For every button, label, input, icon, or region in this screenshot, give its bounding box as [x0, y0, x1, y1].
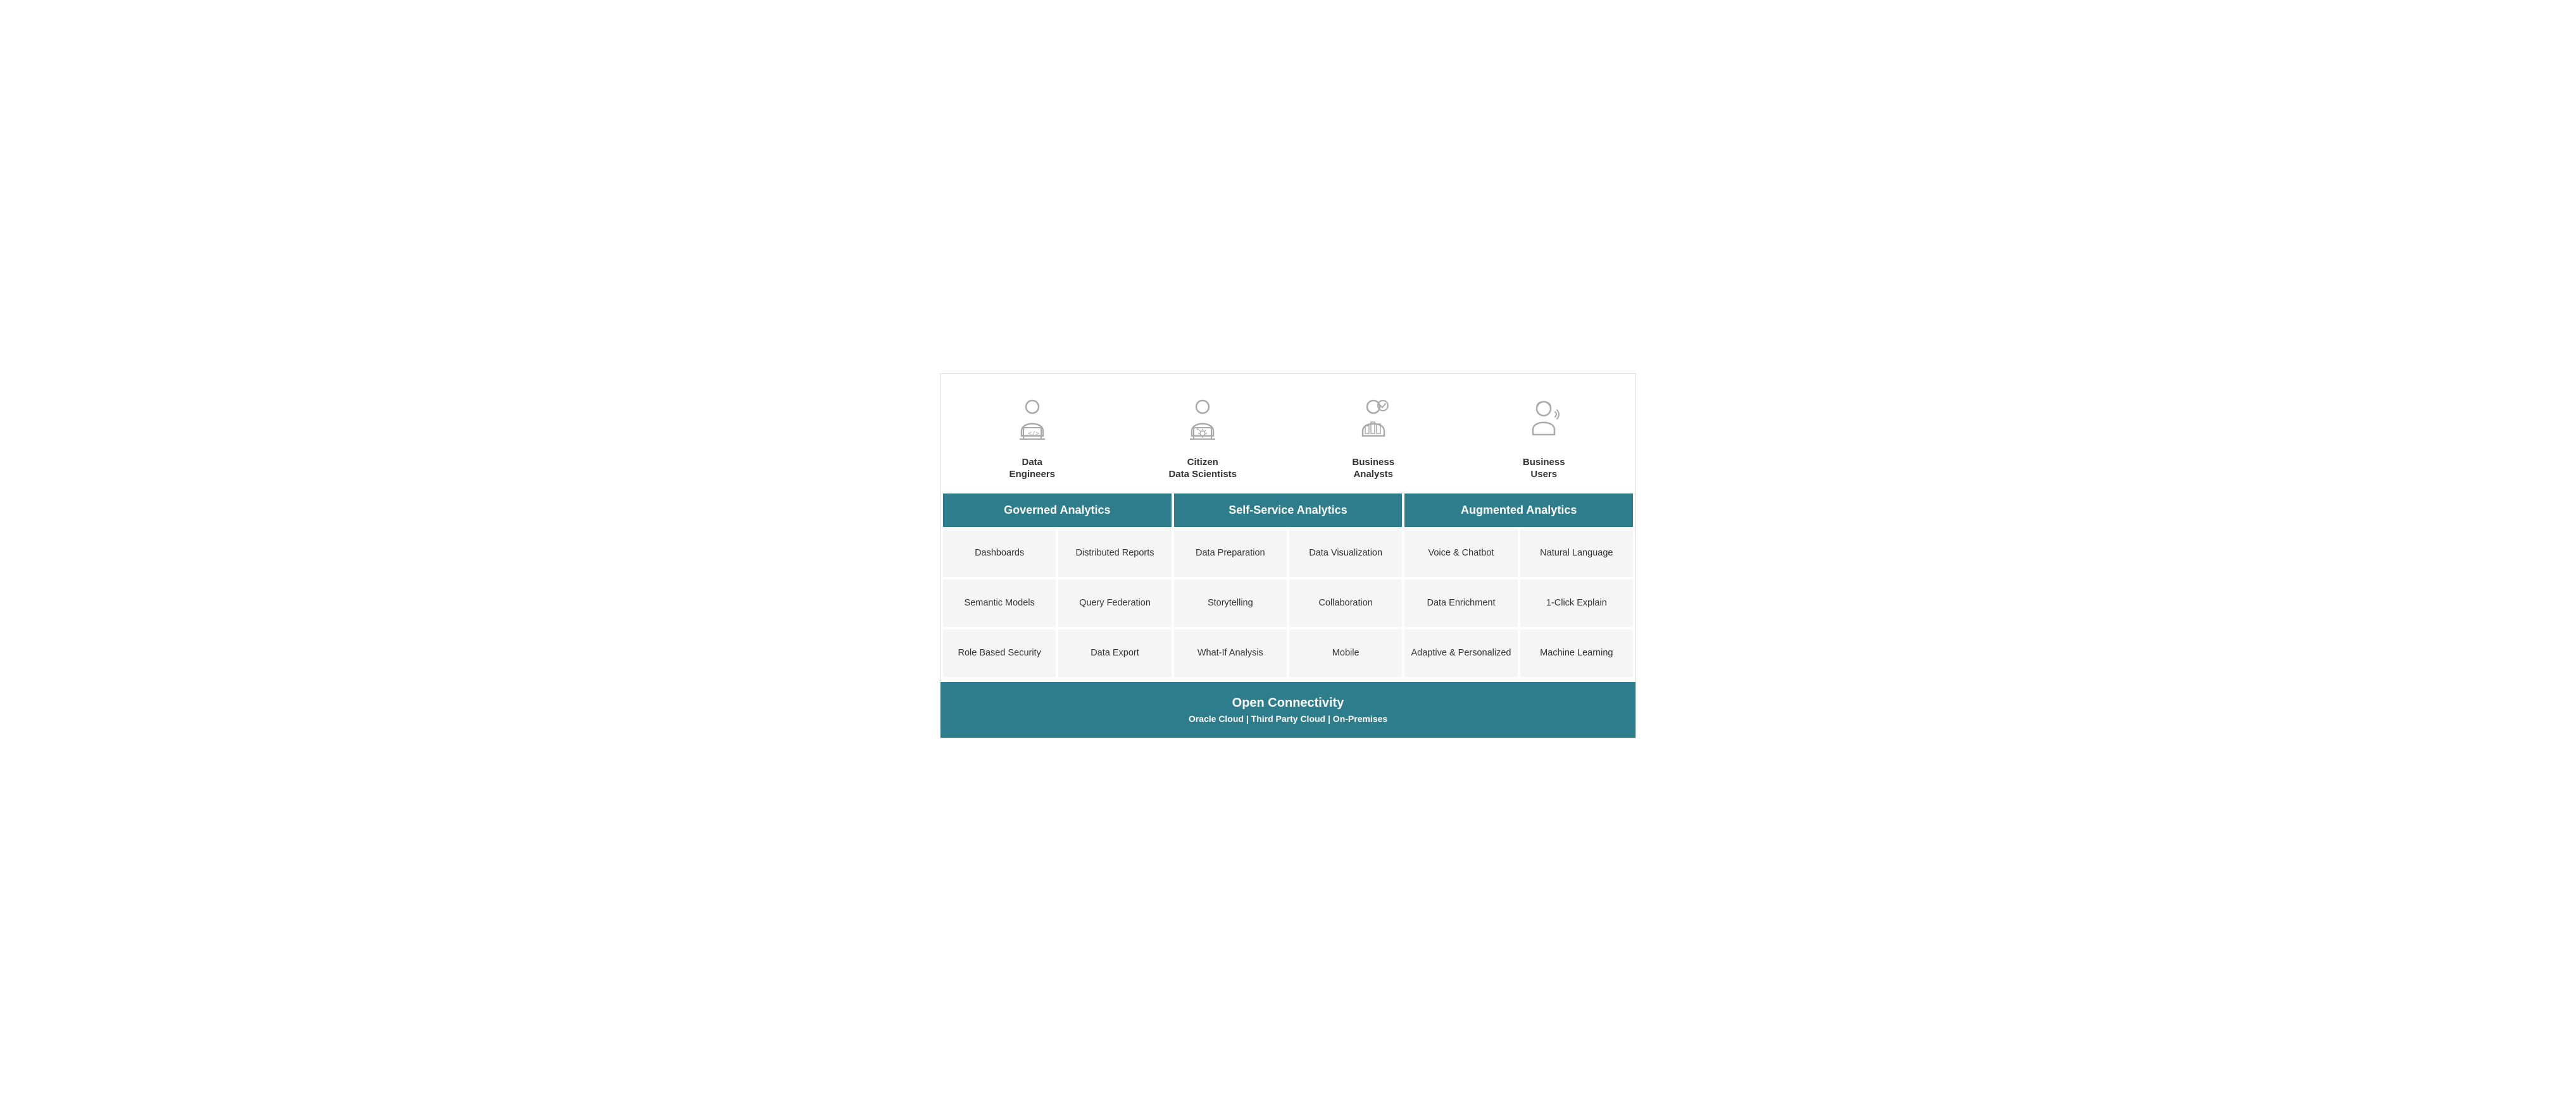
persona-citizen-data-scientists-label: CitizenData Scientists	[1168, 456, 1237, 481]
cell-distributed-reports: Distributed Reports	[1058, 530, 1171, 577]
cell-voice-chatbot: Voice & Chatbot	[1404, 530, 1517, 577]
augmented-analytics-block: Voice & Chatbot Natural Language Data En…	[1404, 530, 1633, 677]
business-analysts-icon	[1345, 393, 1402, 450]
footer: Open Connectivity Oracle Cloud | Third P…	[941, 682, 1635, 738]
augmented-analytics-header: Augmented Analytics	[1404, 493, 1633, 527]
persona-citizen-data-scientists: CitizenData Scientists	[1118, 393, 1289, 481]
cell-what-if-analysis: What-If Analysis	[1174, 630, 1287, 677]
cell-data-enrichment: Data Enrichment	[1404, 580, 1517, 627]
cell-1-click-explain: 1-Click Explain	[1520, 580, 1633, 627]
cell-mobile: Mobile	[1289, 630, 1402, 677]
persona-data-engineers-label: DataEngineers	[1009, 456, 1055, 481]
data-engineers-icon: </>	[1004, 393, 1061, 450]
cell-machine-learning: Machine Learning	[1520, 630, 1633, 677]
cell-data-visualization: Data Visualization	[1289, 530, 1402, 577]
cell-collaboration: Collaboration	[1289, 580, 1402, 627]
persona-data-engineers: </> DataEngineers	[947, 393, 1118, 481]
citizen-data-scientists-icon	[1174, 393, 1231, 450]
persona-business-users: BusinessUsers	[1459, 393, 1630, 481]
cell-query-federation: Query Federation	[1058, 580, 1171, 627]
category-headers: Governed Analytics Self-Service Analytic…	[941, 493, 1635, 527]
footer-title: Open Connectivity	[947, 696, 1629, 711]
persona-business-users-label: BusinessUsers	[1523, 456, 1565, 481]
persona-business-analysts-label: BusinessAnalysts	[1352, 456, 1394, 481]
governed-analytics-block: Dashboards Distributed Reports Semantic …	[943, 530, 1172, 677]
diagram-container: </> DataEngineers	[940, 373, 1636, 738]
personas-row: </> DataEngineers	[941, 374, 1635, 493]
business-users-icon	[1515, 393, 1572, 450]
footer-subtitle: Oracle Cloud | Third Party Cloud | On-Pr…	[947, 714, 1629, 724]
governed-analytics-header: Governed Analytics	[943, 493, 1172, 527]
cell-storytelling: Storytelling	[1174, 580, 1287, 627]
grid-section: Dashboards Distributed Reports Semantic …	[941, 527, 1635, 680]
svg-text:</>: </>	[1028, 430, 1039, 437]
cell-data-export: Data Export	[1058, 630, 1171, 677]
cell-semantic-models: Semantic Models	[943, 580, 1056, 627]
cell-dashboards: Dashboards	[943, 530, 1056, 577]
persona-business-analysts: BusinessAnalysts	[1288, 393, 1459, 481]
cell-data-preparation: Data Preparation	[1174, 530, 1287, 577]
self-service-analytics-block: Data Preparation Data Visualization Stor…	[1174, 530, 1403, 677]
cell-natural-language: Natural Language	[1520, 530, 1633, 577]
self-service-analytics-header: Self-Service Analytics	[1174, 493, 1403, 527]
cell-role-based-security: Role Based Security	[943, 630, 1056, 677]
cell-adaptive-personalized: Adaptive & Personalized	[1404, 630, 1517, 677]
